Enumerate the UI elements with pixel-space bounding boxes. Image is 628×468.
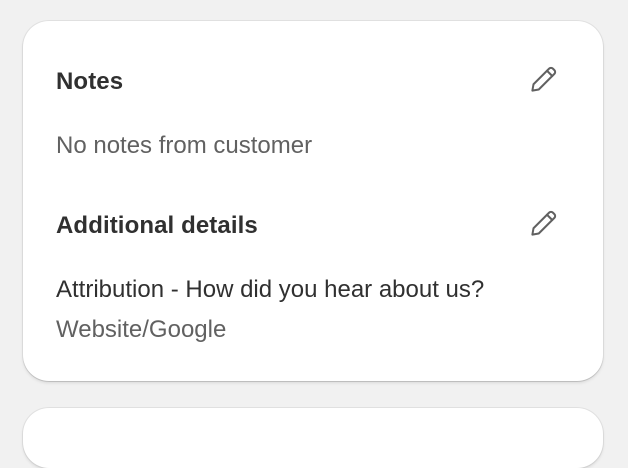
attribution-value: Website/Google xyxy=(56,316,227,343)
additional-details-heading: Additional details xyxy=(56,212,258,239)
pencil-icon xyxy=(528,65,558,100)
edit-additional-details-button[interactable] xyxy=(523,206,563,246)
notes-card: Notes No notes from customer Additional … xyxy=(23,21,603,381)
next-card xyxy=(23,408,603,468)
attribution-label: Attribution - How did you hear about us? xyxy=(56,276,485,303)
notes-text: No notes from customer xyxy=(56,132,313,159)
notes-heading: Notes xyxy=(56,68,124,95)
edit-notes-button[interactable] xyxy=(523,62,563,102)
pencil-icon xyxy=(528,209,558,244)
